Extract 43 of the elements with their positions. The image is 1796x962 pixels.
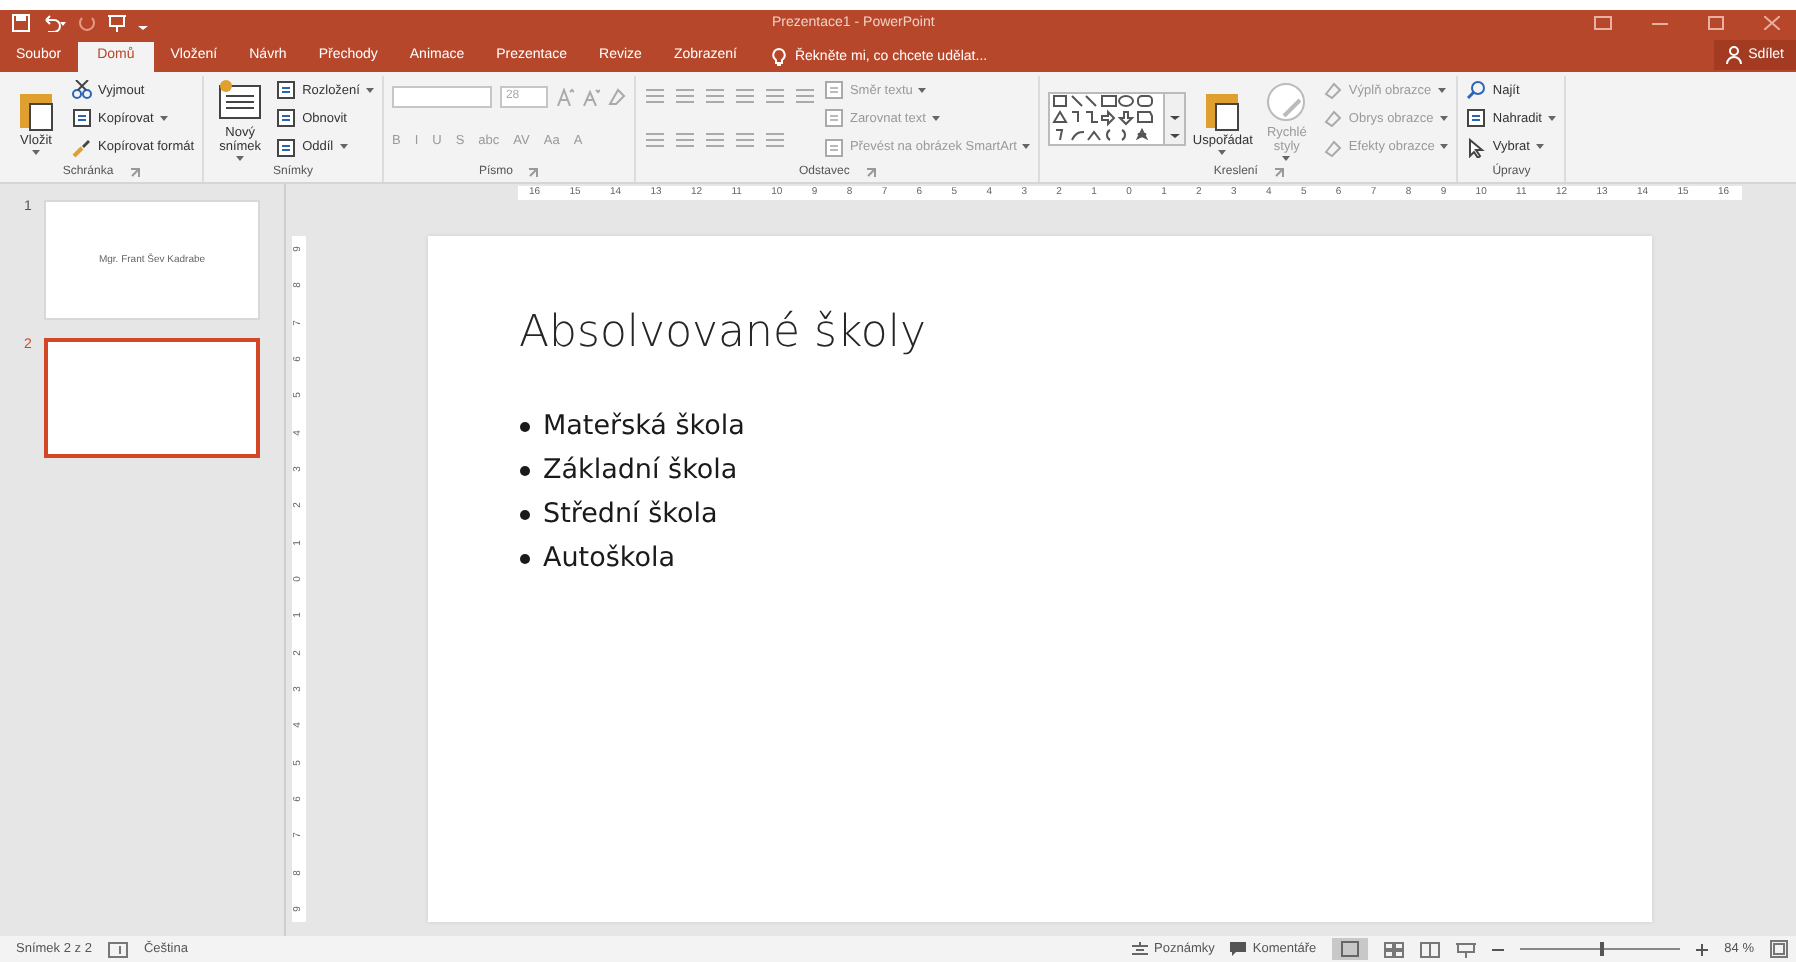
bullet-dot: [519, 421, 529, 431]
bullet-item[interactable]: Střední škola: [519, 498, 718, 530]
grow-font-icon[interactable]: [555, 88, 574, 107]
quick-styles-icon: [1264, 80, 1309, 124]
bullet-item[interactable]: Mateřská škola: [519, 410, 745, 442]
launcher-icon[interactable]: [528, 167, 539, 177]
launcher-icon[interactable]: [129, 167, 140, 177]
close-icon[interactable]: [1764, 16, 1780, 30]
comment-icon: [1230, 941, 1247, 957]
slide-sorter-icon[interactable]: [1384, 941, 1405, 957]
clear-format-icon[interactable]: [607, 88, 626, 107]
cursor-icon: [1466, 137, 1487, 158]
zoom-slider-thumb[interactable]: [1600, 942, 1605, 956]
shapes-gallery[interactable]: [1048, 92, 1187, 146]
person-icon: [1726, 46, 1743, 64]
new-slide-icon: [218, 80, 263, 124]
zoom-out-icon[interactable]: [1492, 943, 1505, 955]
bullet-item[interactable]: Základní škola: [519, 454, 738, 486]
redo-icon[interactable]: [78, 14, 96, 32]
paintbrush-icon: [72, 137, 92, 158]
ribbon-display-icon[interactable]: [1594, 16, 1612, 30]
lightbulb-icon: [772, 48, 787, 66]
slide-title[interactable]: Absolvované školy: [519, 308, 927, 358]
bullet-item[interactable]: Autoškola: [519, 542, 675, 574]
bullet-dot: [519, 465, 529, 475]
shrink-font-icon[interactable]: [581, 88, 600, 107]
notes-icon: [1132, 941, 1149, 957]
zoom-in-icon[interactable]: [1696, 943, 1709, 955]
presentation-icon[interactable]: [108, 14, 126, 32]
slideshow-icon[interactable]: [1456, 941, 1477, 957]
fit-slide-icon[interactable]: [1770, 940, 1788, 958]
bullet-dot: [519, 553, 529, 563]
bullet-dot: [519, 509, 529, 519]
search-icon: [1466, 80, 1487, 101]
launcher-icon[interactable]: [1273, 167, 1284, 177]
maximize-icon[interactable]: [1708, 16, 1724, 30]
launcher-icon[interactable]: [865, 167, 876, 177]
reading-view-icon[interactable]: [1420, 941, 1441, 957]
save-icon[interactable]: [12, 14, 30, 32]
undo-icon[interactable]: [42, 14, 66, 32]
scissors-icon: [72, 80, 92, 101]
slide-thumbnail[interactable]: [44, 338, 260, 458]
normal-view-icon[interactable]: [1332, 938, 1369, 960]
